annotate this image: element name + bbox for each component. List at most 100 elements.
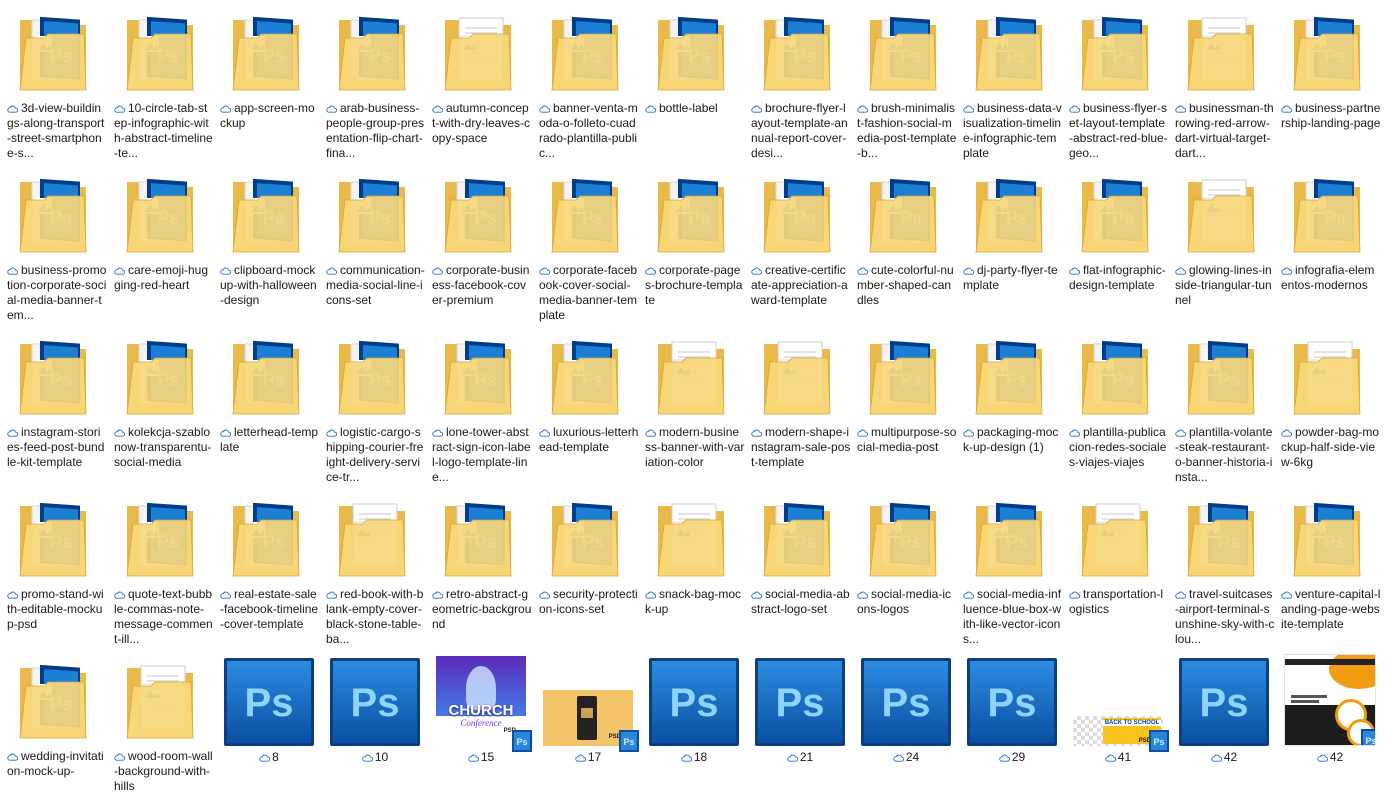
folder-item[interactable]: modern-business-banner-with-variation-co… <box>641 324 747 486</box>
folder-icon-box <box>1171 8 1277 96</box>
psd-file-item[interactable]: BACK TO SCHOOL PSD Ps 41 <box>1065 648 1171 810</box>
folder-item[interactable]: Ps wedding-invitation-mock-up- <box>3 648 109 810</box>
church-conference-thumbnail: CHURCH Conference PSD Ps <box>436 656 532 752</box>
folder-icon <box>1293 341 1361 415</box>
folder-item[interactable]: Ps corporate-business-facebook-cover-pre… <box>428 162 534 324</box>
folder-item[interactable]: Ps creative-certificate-appreciation-awa… <box>747 162 853 324</box>
psd-file-item[interactable]: Ps 21 <box>747 648 853 810</box>
folder-item[interactable]: Ps quote-text-bubble-commas-note-message… <box>110 486 216 648</box>
folder-name: logistic-cargo-shipping-courier-freight-… <box>326 425 426 485</box>
folder-item[interactable]: red-book-with-blank-empty-cover-black-st… <box>322 486 428 648</box>
folder-item[interactable]: Ps kolekcja-szablonow-transparentu-socia… <box>110 324 216 486</box>
folder-item[interactable]: Ps brush-minimalist-fashion-social-media… <box>853 0 959 162</box>
folder-item[interactable]: Ps letterhead-template <box>216 324 322 486</box>
folder-icon: Ps <box>1187 340 1255 415</box>
folder-icon-box: Ps <box>322 170 428 258</box>
folder-name-text: arab-business-people-group-presentation-… <box>326 101 425 160</box>
folder-item[interactable]: Ps corporate-facebook-cover-social-media… <box>535 162 641 324</box>
folder-item[interactable]: Ps promo-stand-with-editable-mockup-psd <box>3 486 109 648</box>
file-name: 21 <box>747 750 853 765</box>
folder-item[interactable]: Ps business-data-visualization-timeline-… <box>959 0 1065 162</box>
folder-item[interactable]: Ps cute-colorful-number-shaped-candles <box>853 162 959 324</box>
folder-item[interactable]: snack-bag-mock-up <box>641 486 747 648</box>
folder-item[interactable]: Ps luxurious-letterhead-template <box>535 324 641 486</box>
folder-item[interactable]: Ps flat-infographic-design-template <box>1065 162 1171 324</box>
folder-item[interactable]: modern-shape-instagram-sale-post-templat… <box>747 324 853 486</box>
folder-item[interactable]: Ps multipurpose-social-media-post <box>853 324 959 486</box>
folder-item[interactable]: Ps plantilla-volante-steak-restaurant-o-… <box>1171 324 1277 486</box>
psd-file-item[interactable]: Ps 18 <box>641 648 747 810</box>
folder-name-text: corporate-business-facebook-cover-premiu… <box>432 263 530 307</box>
folder-item[interactable]: Ps instagram-stories-feed-post-bundle-ki… <box>3 324 109 486</box>
folder-item[interactable]: Ps banner-venta-moda-o-folleto-cuadrado-… <box>535 0 641 162</box>
folder-item[interactable]: Ps business-flyer-set-layout-template-ab… <box>1065 0 1171 162</box>
folder-item[interactable]: transportation-logistics <box>1065 486 1171 648</box>
file-name-text: 42 <box>1329 750 1344 764</box>
cloud-icon <box>999 754 1010 762</box>
folder-item[interactable]: Ps business-promotion-corporate-social-m… <box>3 162 109 324</box>
folder-item[interactable]: Ps packaging-mock-up-design (1) <box>959 324 1065 486</box>
cloud-icon <box>645 429 656 437</box>
folder-name-text: plantilla-volante-steak-restaurant-o-ban… <box>1175 425 1273 484</box>
folder-item[interactable]: Ps corporate-pages-brochure-template <box>641 162 747 324</box>
folder-name-text: red-book-with-blank-empty-cover-black-st… <box>326 587 424 646</box>
psd-file-item[interactable]: Ps 24 <box>853 648 959 810</box>
folder-item[interactable]: wood-room-wall-background-with-hills <box>110 648 216 810</box>
folder-item[interactable]: Ps 10-circle-tab-step-infographic-with-a… <box>110 0 216 162</box>
folder-item[interactable]: Ps real-estate-sale-facebook-timeline-co… <box>216 486 322 648</box>
folder-item[interactable]: Ps social-media-icons-logos <box>853 486 959 648</box>
folder-item[interactable]: Ps communication-media-social-line-icons… <box>322 162 428 324</box>
folder-name: modern-shape-instagram-sale-post-templat… <box>751 425 851 470</box>
folder-item[interactable]: autumn-concept-with-dry-leaves-copy-spac… <box>428 0 534 162</box>
folder-item[interactable]: Ps 3d-view-buildings-along-transport-str… <box>3 0 109 162</box>
psd-file-item[interactable]: Ps 42 <box>1171 648 1277 810</box>
psd-file-item[interactable]: Ps 8 <box>216 648 322 810</box>
svg-text:Ps: Ps <box>988 681 1037 725</box>
cloud-icon <box>645 105 656 113</box>
snack-bag-thumbnail: PSD Ps <box>543 690 639 752</box>
folder-item[interactable]: Ps social-media-abstract-logo-set <box>747 486 853 648</box>
psd-file-item[interactable]: Ps 29 <box>959 648 1065 810</box>
folder-item[interactable]: Ps logistic-cargo-shipping-courier-freig… <box>322 324 428 486</box>
folder-name-text: instagram-stories-feed-post-bundle-kit-t… <box>7 425 105 469</box>
folder-item[interactable]: Ps plantilla-publicacion-redes-sociales-… <box>1065 324 1171 486</box>
folder-item[interactable]: Ps app-screen-mockup <box>216 0 322 162</box>
folder-name: brochure-flyer-layout-template-annual-re… <box>751 101 851 161</box>
psd-file-item[interactable]: PSD Ps 42 <box>1277 648 1383 810</box>
folder-icon-box: Ps <box>959 170 1065 258</box>
folder-item[interactable]: Ps infografia-elementos-modernos <box>1277 162 1383 324</box>
folder-name-text: autumn-concept-with-dry-leaves-copy-spac… <box>432 101 531 145</box>
folder-item[interactable]: Ps care-emoji-hugging-red-heart <box>110 162 216 324</box>
folder-item[interactable]: Ps clipboard-mockup-with-halloween-desig… <box>216 162 322 324</box>
cloud-icon <box>539 591 550 599</box>
folder-name-text: glowing-lines-inside-triangular-tunnel <box>1175 263 1272 307</box>
folder-item[interactable]: Ps security-protection-icons-set <box>535 486 641 648</box>
psd-file-item[interactable]: CHURCH Conference PSD Ps 15 <box>428 648 534 810</box>
folder-item[interactable]: Ps bottle-label <box>641 0 747 162</box>
folder-name-text: snack-bag-mock-up <box>645 587 742 616</box>
folder-item[interactable]: glowing-lines-inside-triangular-tunnel <box>1171 162 1277 324</box>
folder-item[interactable]: Ps venture-capital-landing-page-website-… <box>1277 486 1383 648</box>
folder-item[interactable]: Ps arab-business-people-group-presentati… <box>322 0 428 162</box>
folder-item[interactable]: Ps travel-suitcases-airport-terminal-sun… <box>1171 486 1277 648</box>
file-name-text: 15 <box>480 750 495 764</box>
folder-item[interactable]: Ps brochure-flyer-layout-template-annual… <box>747 0 853 162</box>
folder-item[interactable]: powder-bag-mockup-half-side-view-6kg <box>1277 324 1383 486</box>
cloud-icon <box>963 105 974 113</box>
cloud-icon <box>857 429 868 437</box>
folder-item[interactable]: Ps lone-tower-abstract-sign-icon-label-l… <box>428 324 534 486</box>
psd-file-item[interactable]: PSD Ps 17 <box>535 648 641 810</box>
folder-name-text: multipurpose-social-media-post <box>857 425 957 454</box>
folder-item[interactable]: Ps dj-party-flyer-template <box>959 162 1065 324</box>
folder-item[interactable]: Ps social-media-influence-blue-box-with-… <box>959 486 1065 648</box>
folder-name-text: wedding-invitation-mock-up- <box>7 749 104 778</box>
folder-item[interactable]: businessman-throwing-red-arrow-dart-virt… <box>1171 0 1277 162</box>
folder-icon: Ps <box>763 502 831 577</box>
cloud-icon <box>114 429 125 437</box>
file-thumbnail-box: Ps <box>216 656 322 746</box>
folder-name: arab-business-people-group-presentation-… <box>326 101 426 161</box>
folder-item[interactable]: Ps retro-abstract-geometric-background <box>428 486 534 648</box>
folder-item[interactable]: Ps business-partnership-landing-page <box>1277 0 1383 162</box>
psd-file-item[interactable]: Ps 10 <box>322 648 428 810</box>
folder-name-text: logistic-cargo-shipping-courier-freight-… <box>326 425 424 484</box>
